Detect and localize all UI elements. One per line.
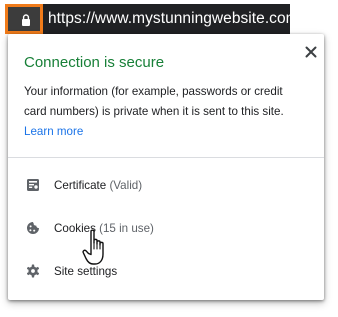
- site-settings-item[interactable]: Site settings: [8, 256, 324, 288]
- address-bar-area: https://www.mystunningwebsite.com: [0, 0, 338, 38]
- cookie-icon: [27, 222, 39, 234]
- cookies-count: (15 in use): [99, 222, 154, 235]
- url-text[interactable]: https://www.mystunningwebsite.com: [48, 5, 299, 33]
- close-icon[interactable]: [304, 45, 318, 59]
- site-info-button[interactable]: [5, 4, 43, 34]
- certificate-status: (Valid): [109, 179, 143, 192]
- certificate-label: Certificate: [54, 179, 107, 192]
- gear-icon: [26, 264, 40, 278]
- certificate-icon: [27, 179, 39, 191]
- site-settings-label: Site settings: [54, 265, 118, 278]
- connection-title: Connection is secure: [24, 54, 165, 71]
- cookies-label: Cookies: [54, 222, 96, 235]
- site-info-popup: Connection is secure Your information (f…: [8, 34, 324, 300]
- connection-description: Your information (for example, passwords…: [24, 85, 284, 118]
- lock-icon: [22, 14, 30, 26]
- learn-more-link[interactable]: Learn more: [24, 122, 83, 142]
- divider: [8, 157, 324, 158]
- browser-window: https://www.mystunningwebsite.com Connec…: [0, 0, 338, 317]
- certificate-item[interactable]: Certificate (Valid): [8, 170, 324, 202]
- cookies-item[interactable]: Cookies (15 in use): [8, 213, 324, 245]
